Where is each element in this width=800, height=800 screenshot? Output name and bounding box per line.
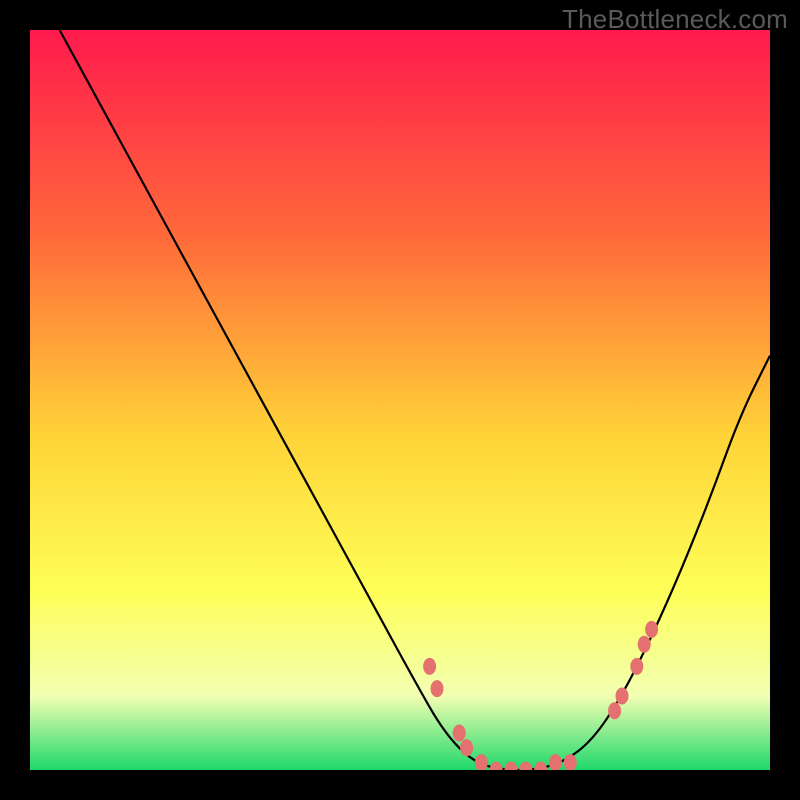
highlight-dot	[423, 658, 436, 675]
chart-frame: TheBottleneck.com	[0, 0, 800, 800]
highlight-dot	[616, 688, 629, 705]
highlight-dot	[431, 680, 444, 697]
highlight-dot	[608, 702, 621, 719]
gradient-background	[30, 30, 770, 770]
highlight-dot	[460, 739, 473, 756]
plot-area	[30, 30, 770, 770]
highlight-dot	[638, 636, 651, 653]
chart-svg	[30, 30, 770, 770]
highlight-dot	[453, 725, 466, 742]
highlight-dot	[630, 658, 643, 675]
highlight-dot	[645, 621, 658, 638]
